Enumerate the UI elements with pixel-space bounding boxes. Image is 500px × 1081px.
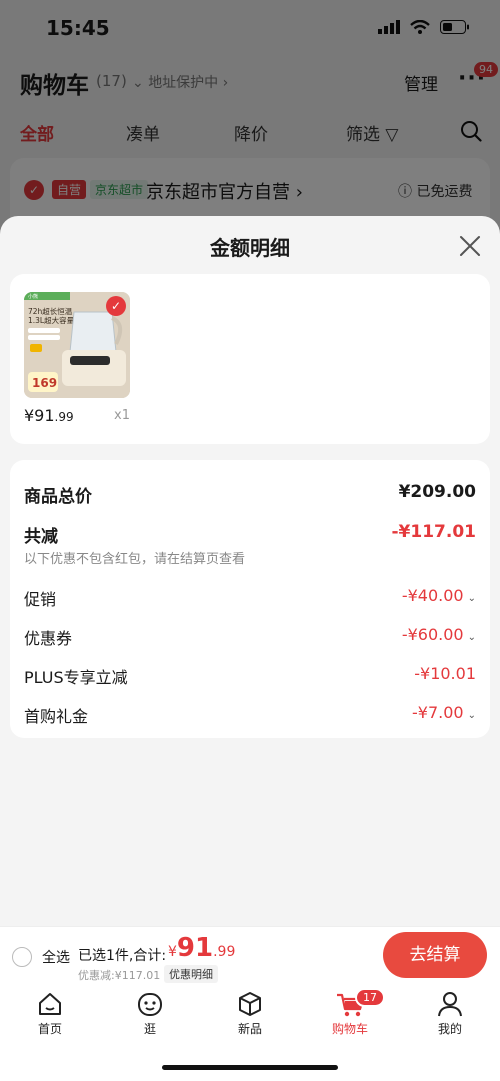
home-icon: [39, 993, 61, 1015]
checkout-bar: 全选 已选1件,合计: ¥91.99 优惠减:¥117.01 优惠明细 去结算: [0, 926, 500, 984]
first-gift-value: -¥7.00 ⌄: [412, 703, 476, 722]
discount-note: 以下优惠不包含红包，请在结算页查看: [24, 552, 246, 567]
checkout-button[interactable]: 去结算: [383, 932, 487, 978]
svg-text:72h超长恒温: 72h超长恒温: [28, 306, 73, 316]
cart-badge: 17: [355, 988, 385, 1007]
coupon-label: 优惠券: [24, 629, 73, 648]
user-icon: [438, 992, 462, 1017]
product-image[interactable]: 小熊 72h超长恒温 1.3L超大容量 169 ✓: [24, 292, 130, 398]
discount-detail-link[interactable]: 优惠明细: [164, 965, 218, 983]
product-price: ¥91.99: [24, 406, 74, 425]
chevron-down-icon: ⌄: [467, 593, 476, 604]
svg-text:1.3L超大容量: 1.3L超大容量: [28, 315, 75, 325]
tab-new[interactable]: 新品: [215, 990, 285, 1037]
select-all-label[interactable]: 全选: [42, 947, 70, 967]
home-indicator: [162, 1065, 338, 1070]
selected-summary: 已选1件,合计:: [78, 948, 167, 964]
close-icon[interactable]: [458, 234, 482, 258]
browse-face-icon: [138, 993, 162, 1016]
coupon-value: -¥60.00 ⌄: [401, 625, 476, 644]
plus-label: PLUS专享立减: [24, 668, 128, 687]
product-check-icon[interactable]: ✓: [106, 296, 126, 316]
sheet-title: 金额明细: [210, 236, 290, 260]
tab-me[interactable]: 我的: [415, 990, 485, 1037]
svg-text:169: 169: [32, 376, 57, 390]
reduce-value: -¥117.01: [391, 522, 477, 542]
discount-amount: 优惠减:¥117.01: [78, 969, 161, 982]
price-breakdown: 商品总价 ¥209.00 共减 -¥117.01 以下优惠不包含红包，请在结算页…: [10, 460, 490, 738]
first-gift-label: 首购礼金: [24, 707, 89, 726]
product-quantity: x1: [114, 408, 130, 423]
chevron-down-icon: ⌄: [467, 632, 476, 643]
svg-text:小熊: 小熊: [28, 293, 38, 300]
tab-cart[interactable]: 购物车 17: [315, 988, 385, 1037]
chevron-down-icon: ⌄: [467, 710, 476, 721]
total-label: 商品总价: [24, 487, 92, 507]
tab-browse[interactable]: 逛: [115, 990, 185, 1037]
tab-home[interactable]: 首页: [15, 990, 85, 1037]
plus-value: -¥10.01: [414, 664, 476, 683]
promotion-label: 促销: [24, 590, 57, 609]
select-all-checkbox[interactable]: [12, 947, 32, 967]
total-value: ¥209.00: [398, 482, 476, 502]
promotion-value: -¥40.00 ⌄: [401, 586, 476, 605]
product-card: 小熊 72h超长恒温 1.3L超大容量 169 ✓ ¥91.99 x1: [10, 274, 490, 444]
reduce-label: 共减: [24, 527, 58, 547]
total-price: ¥91.99: [168, 933, 236, 963]
box-icon: [239, 992, 261, 1016]
